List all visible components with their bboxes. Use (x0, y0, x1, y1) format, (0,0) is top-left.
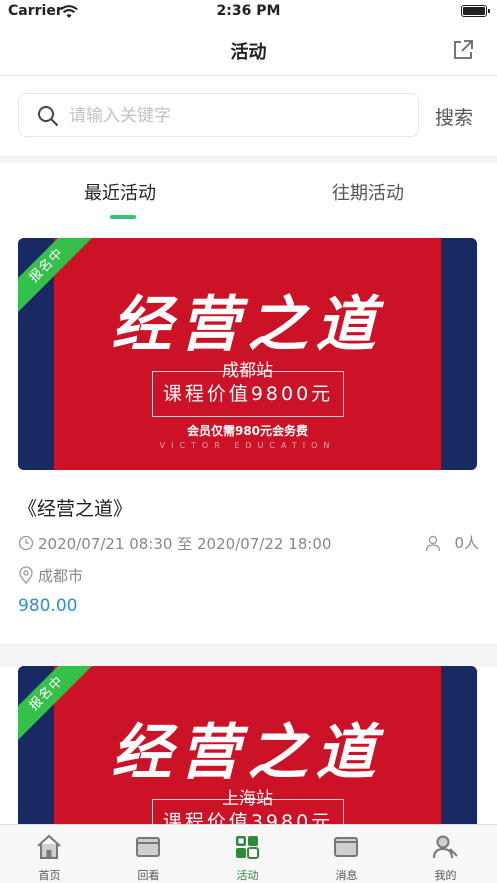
event-location-row: 成都市 (18, 564, 83, 586)
tabbar-label: 消息 (335, 869, 358, 882)
event-price: 980.00 (18, 596, 78, 616)
event-card[interactable]: 经营之道 成都站 课程价值9800元 会员仅需980元会务费 VICTOR ED… (0, 238, 497, 642)
attendee-count-row: 0人 (424, 532, 479, 553)
banner-title: 经营之道 (111, 290, 384, 360)
banner-title: 经营之道 (111, 718, 384, 788)
card-separator (0, 643, 497, 667)
person-icon (426, 535, 441, 551)
activity-tabs: 最近活动 往期活动 (0, 163, 497, 225)
search-button[interactable]: 搜索 (435, 103, 473, 130)
banner-side-stripe (441, 238, 477, 470)
section-divider (0, 155, 497, 163)
clock: 2:36 PM (216, 3, 281, 19)
event-time-row: 2020/07/21 08:30 至 2020/07/22 18:00 (18, 532, 331, 554)
event-title: 《经营之道》 (18, 498, 133, 520)
tab-recent-activities[interactable]: 最近活动 (84, 179, 156, 205)
clock-icon (18, 535, 34, 551)
attendee-count: 0人 (454, 534, 479, 552)
tabbar-item-profile[interactable]: 我的 (396, 825, 495, 883)
tab-past-activities[interactable]: 往期活动 (332, 179, 404, 205)
page-title: 活动 (230, 42, 267, 63)
active-tab-indicator (110, 215, 136, 219)
profile-icon (433, 835, 458, 859)
tabbar-item-home[interactable]: 首页 (0, 825, 99, 883)
share-icon[interactable] (451, 38, 475, 62)
activity-icon (236, 836, 259, 859)
search-input[interactable] (69, 102, 409, 130)
bottom-tab-bar: 首页 回看 活动 消息 我的 (0, 824, 497, 883)
battery-icon (461, 5, 490, 17)
event-time: 2020/07/21 08:30 至 2020/07/22 18:00 (38, 534, 332, 553)
banner-price: 课程价值9800元 (152, 371, 344, 417)
tabbar-item-activity[interactable]: 活动 (198, 825, 297, 883)
home-icon (37, 834, 61, 859)
replay-icon (136, 837, 160, 857)
message-icon (334, 837, 358, 857)
event-banner[interactable]: 经营之道 成都站 课程价值9800元 会员仅需980元会务费 VICTOR ED… (18, 238, 477, 470)
banner-member-text: 会员仅需980元会务费 (186, 424, 309, 438)
banner-brand: VICTOR EDUCATION (159, 441, 336, 450)
location-pin-icon (19, 566, 33, 584)
status-bar: Carrier 2:36 PM (0, 0, 497, 24)
search-box[interactable] (18, 93, 419, 137)
tabbar-label: 活动 (236, 869, 259, 882)
tabbar-label: 我的 (434, 869, 457, 882)
search-icon (37, 105, 59, 127)
event-location: 成都市 (38, 566, 84, 585)
search-area: 搜索 (0, 77, 497, 155)
tabbar-label: 回看 (137, 869, 160, 882)
tabbar-label: 首页 (38, 869, 61, 882)
tabbar-item-replay[interactable]: 回看 (99, 825, 198, 883)
tabbar-item-messages[interactable]: 消息 (297, 825, 396, 883)
navigation-bar: 活动 (0, 24, 497, 76)
